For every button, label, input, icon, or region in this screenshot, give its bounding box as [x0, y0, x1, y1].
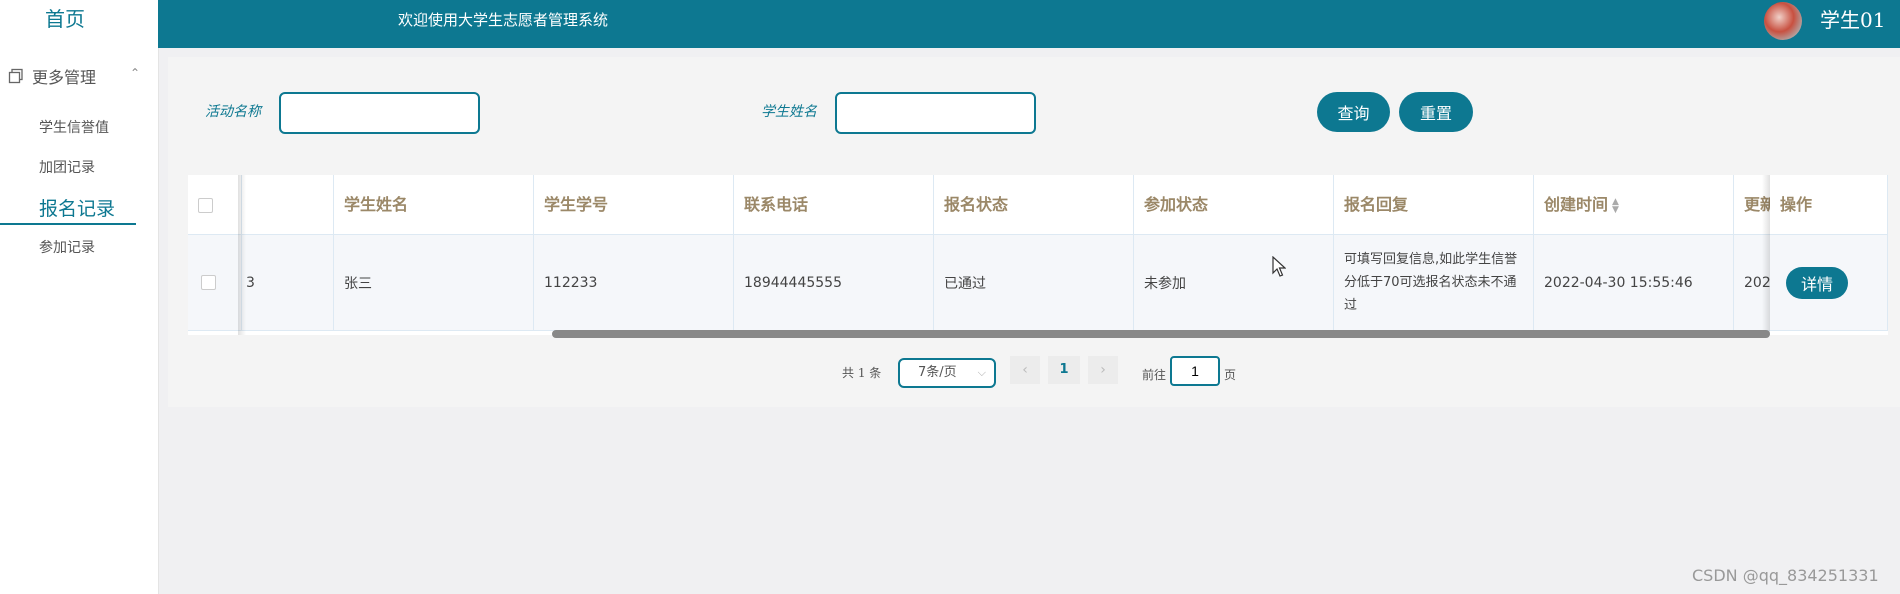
next-page-button[interactable]: ›	[1088, 356, 1118, 384]
more-management-menu[interactable]: 更多管理 ⌃	[8, 62, 148, 90]
sidebar-item-join-group[interactable]: 加团记录	[39, 157, 95, 177]
col-student-name[interactable]: 学生姓名	[334, 175, 534, 235]
sort-caret-icon[interactable]: ▲ ▼	[1612, 197, 1619, 214]
page-size-value: 7条/页	[918, 365, 957, 380]
cell-student-name: 张三	[334, 235, 534, 331]
row-index: 3	[242, 235, 334, 331]
page-suffix-label: 页	[1224, 368, 1237, 382]
row-checkbox[interactable]	[201, 275, 216, 290]
index-header	[242, 175, 334, 235]
row-select-cell	[188, 235, 242, 331]
copy-icon	[8, 68, 23, 84]
cell-action: 详情	[1770, 235, 1888, 331]
sidebar: 首页 更多管理 ⌃ 学生信誉值 加团记录 报名记录 参加记录	[0, 0, 159, 594]
cell-signup-status: 已通过	[934, 235, 1134, 331]
goto-label: 前往	[1142, 368, 1167, 382]
activity-name-label: 活动名称	[205, 104, 261, 120]
sidebar-item-credit[interactable]: 学生信誉值	[39, 117, 109, 137]
col-student-no[interactable]: 学生学号	[534, 175, 734, 235]
active-indicator	[0, 223, 136, 225]
fixed-column-shadow-left	[238, 175, 246, 335]
cell-reply: 可填写回复信息,如此学生信誉分低于70可选报名状态未不通过	[1334, 235, 1534, 331]
col-reply[interactable]: 报名回复	[1334, 175, 1534, 235]
col-created-time-label: 创建时间	[1544, 195, 1609, 214]
sidebar-item-participation[interactable]: 参加记录	[39, 237, 95, 257]
student-name-label: 学生姓名	[761, 104, 817, 120]
student-name-input[interactable]	[835, 92, 1036, 134]
cell-phone: 18944445555	[734, 235, 934, 331]
sidebar-item-signup[interactable]: 报名记录	[39, 194, 115, 221]
select-all-checkbox[interactable]	[198, 198, 213, 213]
welcome-text: 欢迎使用大学生志愿者管理系统	[398, 11, 609, 29]
page-1-button[interactable]: 1	[1048, 356, 1080, 384]
activity-name-input[interactable]	[279, 92, 480, 134]
watermark: CSDN @qq_834251331	[1692, 566, 1879, 585]
col-phone[interactable]: 联系电话	[734, 175, 934, 235]
chevron-up-icon: ⌃	[129, 66, 140, 80]
select-all-cell	[188, 175, 242, 235]
avatar[interactable]	[1764, 2, 1802, 40]
cell-created-time: 2022-04-30 15:55:46	[1534, 235, 1734, 331]
col-action: 操作	[1770, 175, 1888, 235]
home-link[interactable]: 首页	[0, 0, 130, 40]
chevron-down-icon: ⌵	[977, 366, 986, 379]
top-bar: 欢迎使用大学生志愿者管理系统 学生01	[158, 0, 1900, 48]
col-signup-status[interactable]: 报名状态	[934, 175, 1134, 235]
prev-page-button[interactable]: ‹	[1010, 356, 1040, 384]
search-button[interactable]: 查询	[1317, 92, 1390, 132]
reset-button[interactable]: 重置	[1399, 92, 1473, 132]
username[interactable]: 学生01	[1820, 0, 1885, 40]
goto-page-input[interactable]	[1170, 356, 1220, 386]
total-count: 共 1 条	[842, 366, 882, 380]
col-created-time[interactable]: 创建时间 ▲ ▼	[1534, 175, 1734, 235]
horizontal-scrollbar[interactable]	[552, 330, 1770, 338]
page-size-select[interactable]: 7条/页 ⌵	[898, 358, 996, 388]
col-join-status[interactable]: 参加状态	[1134, 175, 1334, 235]
cell-student-no: 112233	[534, 235, 734, 331]
more-management-label: 更多管理	[32, 68, 97, 87]
signup-table: 学生姓名 学生学号 联系电话 报名状态 参加状态 报名回复 创建时间 ▲ ▼ 更新 …	[188, 175, 1888, 335]
fixed-column-shadow-right	[1762, 175, 1770, 335]
detail-button[interactable]: 详情	[1786, 266, 1848, 299]
cell-join-status: 未参加	[1134, 235, 1334, 331]
mouse-cursor-icon	[1272, 256, 1286, 277]
